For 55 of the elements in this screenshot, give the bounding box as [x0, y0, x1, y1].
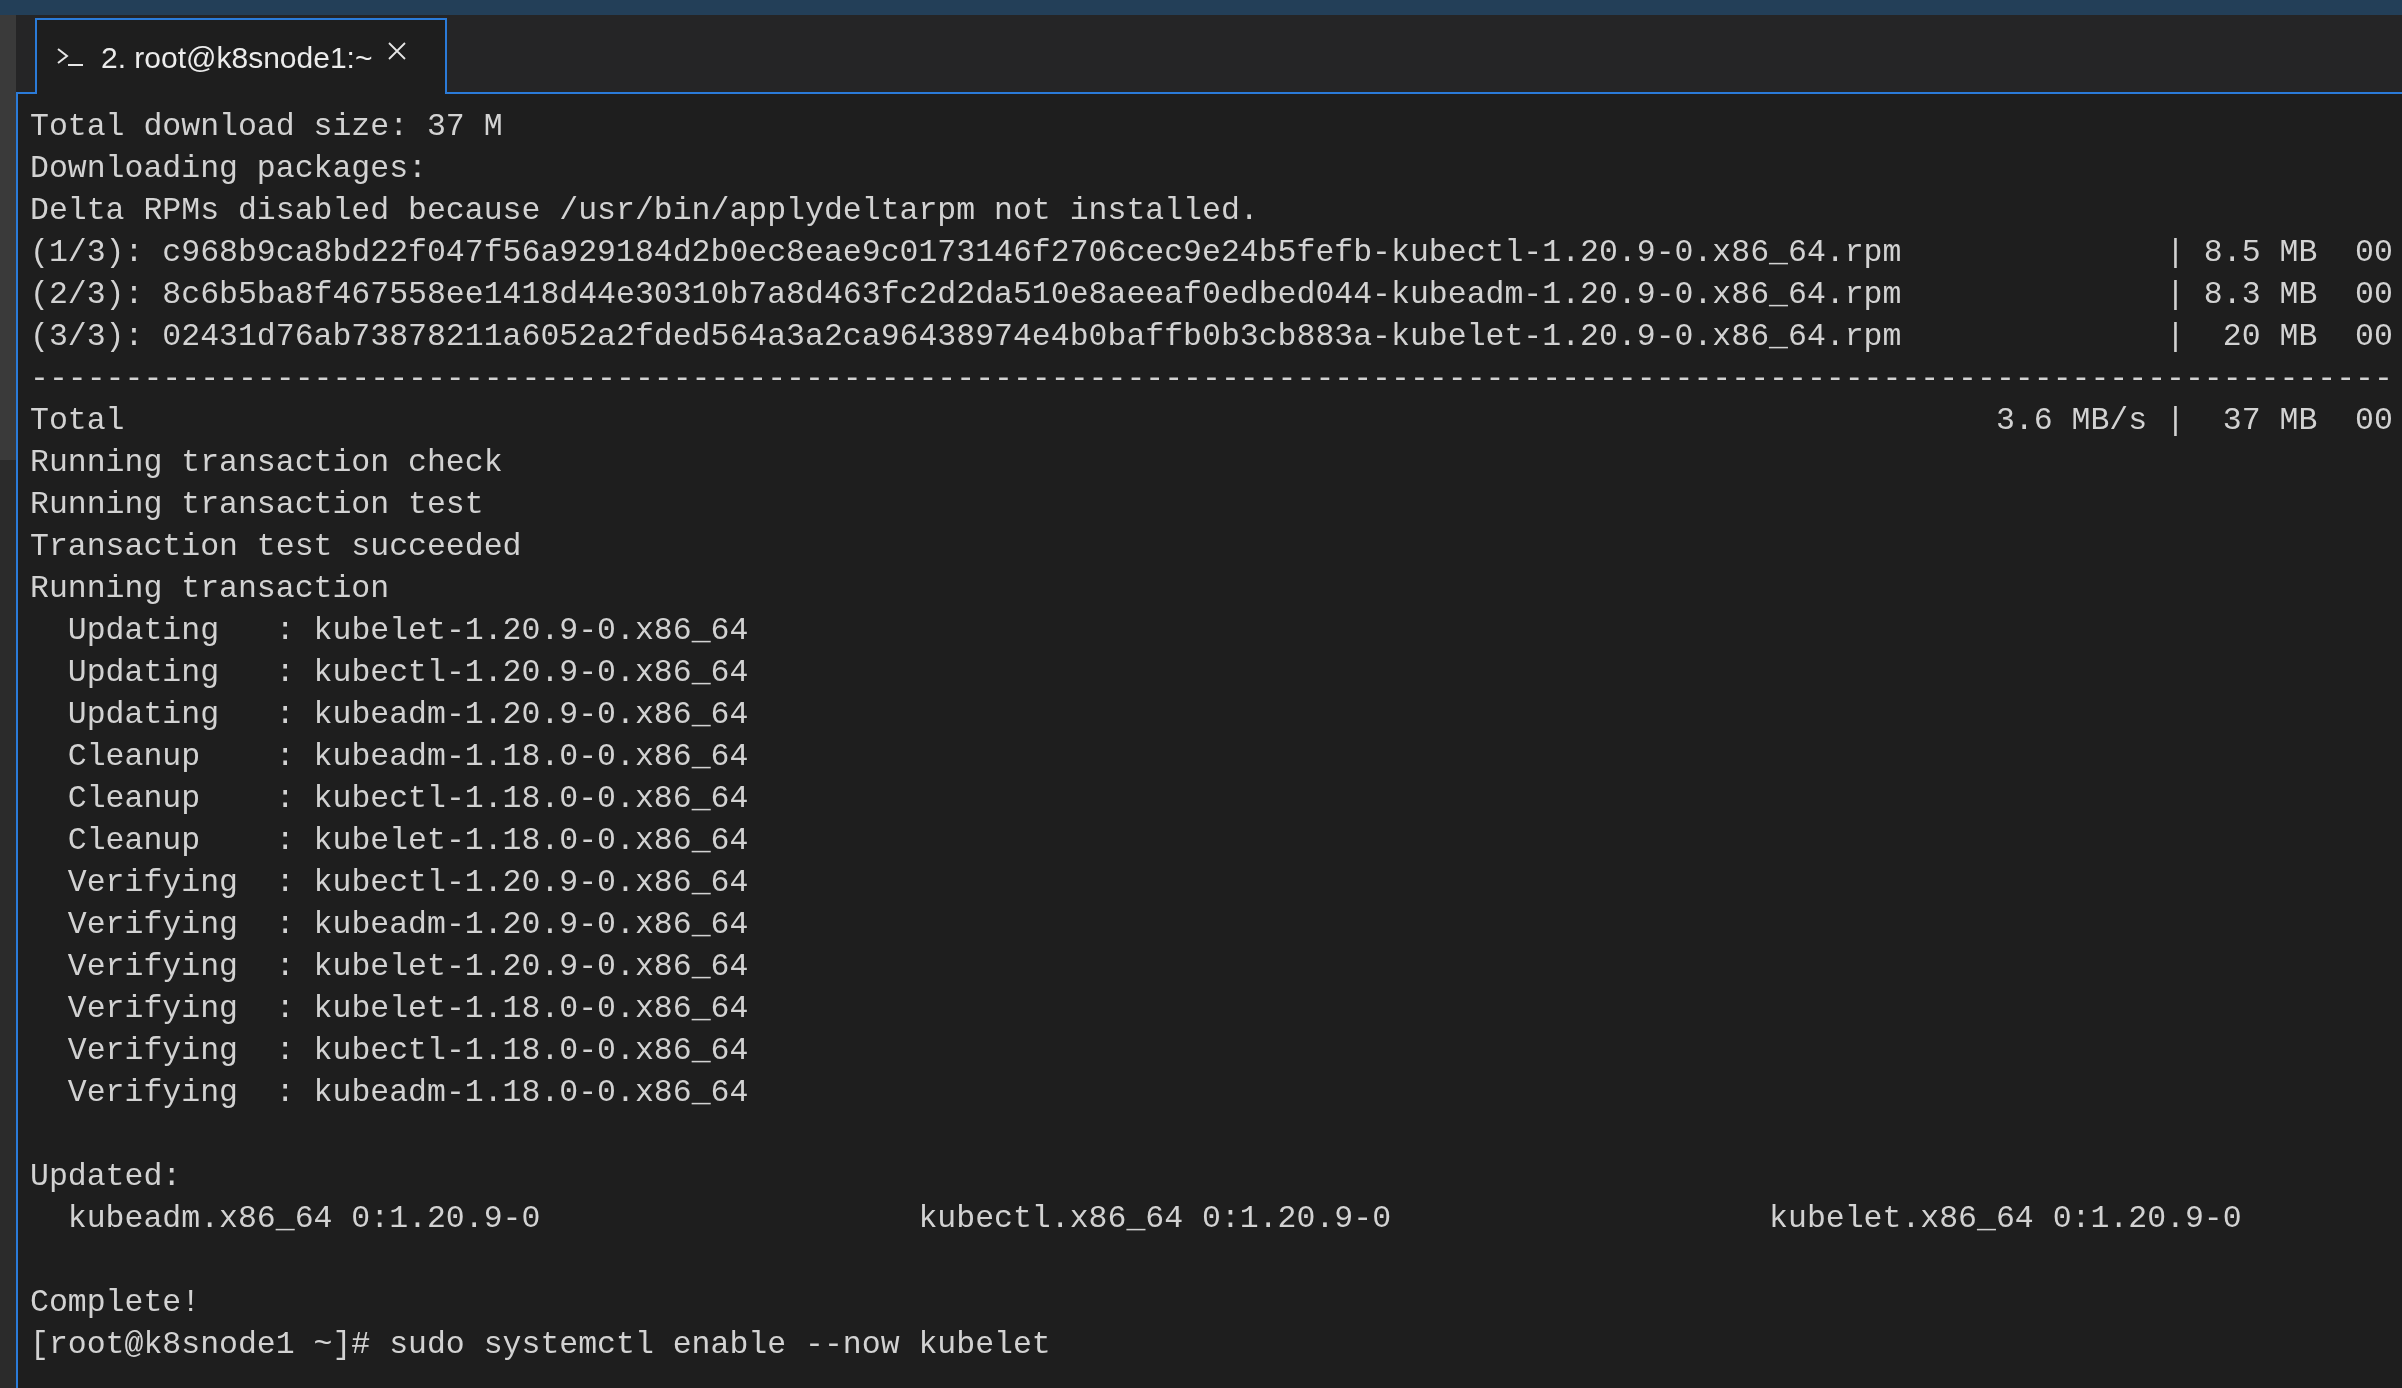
terminal-text: kubectl.x86_64 0:1.20.9-0	[918, 1201, 1392, 1236]
terminal-text: 00	[2355, 235, 2393, 270]
terminal-text: Delta RPMs disabled because /usr/bin/applydeltarpm not installed.	[30, 193, 1259, 228]
terminal-text: | 8.5 MB	[2166, 235, 2318, 270]
terminal-icon	[57, 48, 83, 66]
terminal-text: : kubectl-1.18.0-0.x86_64	[275, 1033, 749, 1068]
terminal-text: Verifying	[67, 907, 238, 942]
terminal-text: [root@k8snode1 ~]# sudo systemctl enable --now kubelet	[30, 1327, 1051, 1362]
terminal-text: Updated:	[30, 1159, 182, 1194]
terminal-text: Cleanup	[67, 781, 201, 816]
terminal-tab[interactable]: 2. root@k8snode1:~	[35, 18, 448, 94]
close-icon[interactable]	[388, 42, 407, 60]
terminal-text: : kubeadm-1.18.0-0.x86_64	[275, 739, 749, 774]
terminal-text: (2/3): 8c6b5ba8f467558ee1418d44e30310b7a8d463fc2d2da510e8aeeaf0edbed044-kubeadm-1.20.9-0.x86_64.rpm	[30, 277, 1902, 312]
terminal-text: : kubeadm-1.18.0-0.x86_64	[275, 1075, 749, 1110]
terminal-text: 00	[2355, 277, 2393, 312]
terminal-text: 00	[2355, 319, 2393, 354]
terminal-text: Running transaction test	[30, 487, 484, 522]
terminal-text: Downloading packages:	[30, 151, 427, 186]
terminal-text: |	[2166, 319, 2185, 354]
terminal-text: Complete!	[30, 1285, 201, 1320]
terminal-text: Updating	[67, 697, 220, 732]
terminal-text: kubeadm.x86_64 0:1.20.9-0	[67, 1201, 541, 1236]
terminal-text: 37 MB	[2222, 403, 2318, 438]
terminal-text: : kubectl-1.20.9-0.x86_64	[275, 655, 749, 690]
terminal-text: -----------------------------------------------------------------------------------------------------------------------------	[30, 361, 2393, 396]
terminal-text: Verifying	[67, 865, 238, 900]
terminal-text: : kubelet-1.20.9-0.x86_64	[275, 613, 749, 648]
terminal-text: Verifying	[67, 1033, 238, 1068]
terminal-text: (3/3): 02431d76ab73878211a6052a2fded564a3a2ca96438974e4b0baffb0b3cb883a-kubelet-1.20.9-0.x86_64.rpm	[30, 319, 1902, 354]
terminal-text: kubelet.x86_64 0:1.20.9-0	[1769, 1201, 2242, 1236]
terminal-text: Running transaction	[30, 571, 390, 606]
terminal-text: : kubeadm-1.20.9-0.x86_64	[275, 697, 749, 732]
terminal-text: 3.6 MB/s |	[1995, 403, 2185, 438]
terminal-text: Updating	[67, 613, 220, 648]
terminal-text: Total download size: 37 M	[30, 109, 503, 144]
terminal-text: Verifying	[67, 1075, 238, 1110]
terminal-text: : kubelet-1.18.0-0.x86_64	[275, 991, 749, 1026]
terminal-text: : kubectl-1.20.9-0.x86_64	[275, 865, 749, 900]
terminal-text: Total	[30, 403, 125, 438]
terminal-text: 20 MB	[2222, 319, 2318, 354]
terminal-text: Verifying	[67, 949, 238, 984]
terminal-text: (1/3): c968b9ca8bd22f047f56a929184d2b0ec8eae9c0173146f2706cec9e24b5fefb-kubectl-1.20.9-0.x86_64.rpm	[30, 235, 1902, 270]
terminal-text: Running transaction check	[30, 445, 503, 480]
terminal-text: 00	[2355, 403, 2393, 438]
terminal-text: : kubelet-1.20.9-0.x86_64	[275, 949, 749, 984]
terminal-text: : kubectl-1.18.0-0.x86_64	[275, 781, 749, 816]
terminal-text: : kubelet-1.18.0-0.x86_64	[275, 823, 749, 858]
terminal-text: Verifying	[67, 991, 238, 1026]
terminal-text: | 8.3 MB	[2166, 277, 2318, 312]
terminal-text: Updating	[67, 655, 220, 690]
terminal-text: Cleanup	[67, 739, 201, 774]
terminal-text: Transaction test succeeded	[30, 529, 522, 564]
terminal-text: Cleanup	[67, 823, 201, 858]
terminal-text: : kubeadm-1.20.9-0.x86_64	[275, 907, 749, 942]
